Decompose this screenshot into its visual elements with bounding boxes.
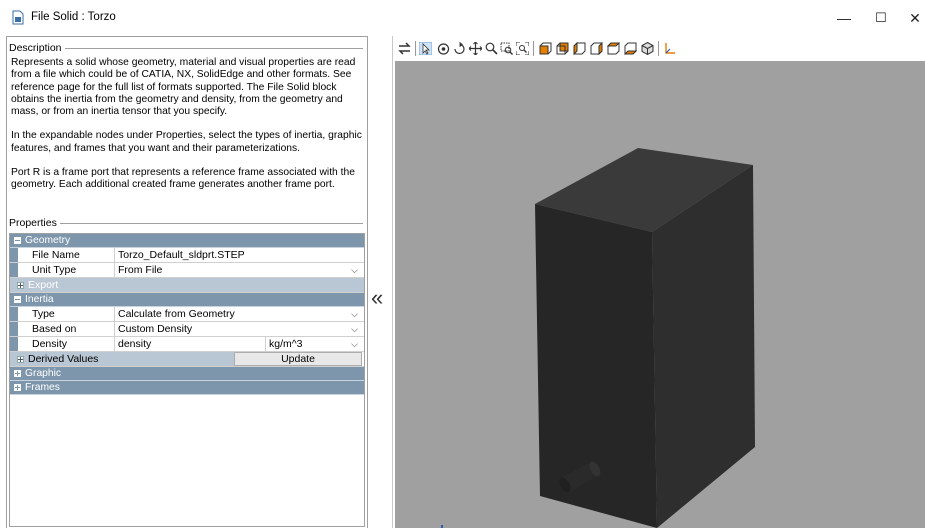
block-parameters-panel: Description Represents a solid whose geo…	[6, 36, 368, 528]
based-on-dropdown[interactable]: Custom Density ⌵	[115, 322, 364, 336]
group-frames[interactable]: Frames	[10, 381, 364, 395]
fit-view-icon[interactable]	[516, 42, 529, 55]
file-name-field[interactable]: Torzo_Default_sldprt.STEP	[115, 248, 364, 262]
chevron-down-icon[interactable]: ⌵	[351, 339, 358, 350]
description-header-label: Description	[9, 42, 62, 54]
row-derived-values: Derived Values Update	[10, 352, 364, 367]
group-frames-label: Frames	[25, 382, 60, 393]
description-paragraph: Represents a solid whose geometry, mater…	[11, 57, 356, 118]
close-button[interactable]: ✕	[900, 6, 925, 30]
description-paragraph: In the expandable nodes under Properties…	[11, 130, 362, 154]
derived-values-toggle[interactable]: Derived Values	[10, 352, 234, 366]
based-on-value: Custom Density	[118, 323, 193, 335]
view-top-icon[interactable]	[607, 42, 620, 55]
pan-icon[interactable]	[469, 42, 482, 55]
3d-viewport[interactable]	[395, 61, 925, 528]
expand-plus-icon[interactable]	[14, 384, 21, 391]
view-right-icon[interactable]	[590, 42, 603, 55]
title-bar: File Solid : Torzo — ☐ ✕	[0, 0, 925, 36]
file-solid-app-icon	[12, 10, 24, 25]
select-pointer-icon[interactable]	[419, 42, 432, 55]
minimize-icon: —	[837, 10, 851, 26]
update-button[interactable]: Update	[234, 352, 362, 366]
group-inertia[interactable]: Inertia	[10, 293, 364, 307]
row-unit-type: Unit Type From File ⌵	[10, 263, 364, 278]
maximize-icon: ☐	[875, 10, 887, 25]
based-on-label: Based on	[18, 322, 115, 336]
description-text: Represents a solid whose geometry, mater…	[11, 57, 363, 204]
collapse-minus-icon[interactable]	[14, 237, 21, 244]
inertia-type-value: Calculate from Geometry	[118, 308, 235, 320]
row-export[interactable]: Export	[10, 278, 364, 293]
window-title: File Solid : Torzo	[31, 11, 116, 23]
view-iso-icon[interactable]	[641, 42, 654, 55]
swap-arrows-icon[interactable]	[398, 42, 411, 55]
description-header: Description	[9, 42, 363, 54]
expand-plus-icon[interactable]	[17, 281, 24, 289]
viewer-toolbar	[393, 36, 925, 61]
file-name-label: File Name	[18, 248, 115, 262]
view-bottom-icon[interactable]	[624, 42, 637, 55]
zoom-icon[interactable]	[485, 42, 498, 55]
group-graphic[interactable]: Graphic	[10, 367, 364, 381]
row-inertia-type: Type Calculate from Geometry ⌵	[10, 307, 364, 322]
maximize-button[interactable]: ☐	[866, 6, 896, 30]
derived-values-label: Derived Values	[28, 353, 99, 365]
rotate-icon[interactable]	[453, 42, 466, 55]
chevron-down-icon[interactable]: ⌵	[351, 324, 358, 335]
unit-type-value: From File	[118, 264, 163, 276]
row-file-name: File Name Torzo_Default_sldprt.STEP	[10, 248, 364, 263]
close-icon: ✕	[909, 9, 921, 26]
double-chevron-left-icon: «	[371, 285, 384, 310]
group-graphic-label: Graphic	[25, 368, 62, 379]
solid-render	[441, 148, 755, 528]
collapse-panel-button[interactable]: «	[371, 285, 383, 311]
unit-type-dropdown[interactable]: From File ⌵	[115, 263, 364, 277]
density-field[interactable]: density	[115, 337, 266, 351]
visualization-pane	[392, 36, 925, 528]
orbit-eye-icon[interactable]	[437, 42, 450, 55]
frames-axis-icon[interactable]	[663, 42, 676, 55]
properties-grid: Geometry File Name Torzo_Default_sldprt.…	[9, 233, 365, 527]
zoom-box-icon[interactable]	[500, 42, 513, 55]
group-geometry[interactable]: Geometry	[10, 234, 364, 248]
inertia-type-label: Type	[18, 307, 115, 321]
group-geometry-label: Geometry	[25, 235, 71, 246]
solid-front-face	[535, 204, 657, 528]
view-back-icon[interactable]	[556, 42, 569, 55]
chevron-down-icon[interactable]: ⌵	[351, 309, 358, 320]
density-unit-value: kg/m^3	[269, 338, 303, 350]
properties-header: Properties	[9, 217, 363, 229]
expand-plus-icon[interactable]	[14, 370, 21, 377]
expand-plus-icon[interactable]	[17, 355, 24, 363]
density-unit-dropdown[interactable]: kg/m^3 ⌵	[266, 337, 364, 351]
view-left-icon[interactable]	[573, 42, 586, 55]
group-inertia-label: Inertia	[25, 294, 54, 305]
view-front-icon[interactable]	[539, 42, 552, 55]
minimize-button[interactable]: —	[829, 6, 859, 30]
chevron-down-icon[interactable]: ⌵	[351, 265, 358, 276]
row-density: Density density kg/m^3 ⌵	[10, 337, 364, 352]
properties-header-label: Properties	[9, 217, 57, 229]
export-label: Export	[28, 279, 59, 291]
description-paragraph: Port R is a frame port that represents a…	[11, 167, 355, 191]
row-based-on: Based on Custom Density ⌵	[10, 322, 364, 337]
unit-type-label: Unit Type	[18, 263, 115, 277]
density-label: Density	[18, 337, 115, 351]
collapse-minus-icon[interactable]	[14, 296, 21, 303]
inertia-type-dropdown[interactable]: Calculate from Geometry ⌵	[115, 307, 364, 321]
